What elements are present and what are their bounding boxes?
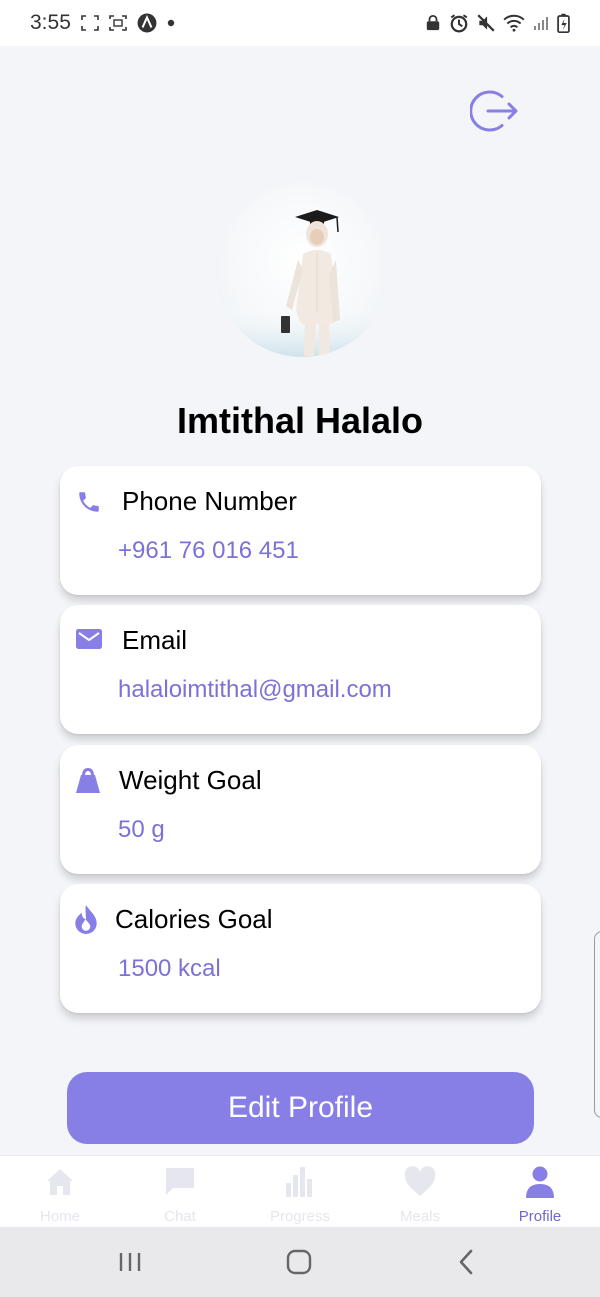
chat-icon (166, 1168, 194, 1195)
mute-icon (477, 14, 495, 32)
alarm-icon (450, 14, 468, 33)
email-value: halaloimtithal@gmail.com (118, 676, 392, 703)
status-bar: 3:55 (0, 0, 600, 46)
phone-card: Phone Number +961 76 016 451 (60, 466, 541, 595)
bottom-nav: Home Chat Progress Meals Profile (0, 1155, 600, 1227)
logout-icon[interactable] (470, 86, 520, 136)
system-nav-bar (0, 1227, 600, 1297)
signal-icon (534, 17, 548, 30)
home-button-icon[interactable] (281, 1245, 317, 1279)
calories-title: Calories Goal (115, 904, 273, 934)
battery-icon (557, 13, 570, 33)
nav-progress-label: Progress (269, 1208, 331, 1225)
recent-apps-icon[interactable] (112, 1245, 148, 1279)
nav-meals-label: Meals (399, 1208, 440, 1225)
screen-record-icon (109, 15, 127, 31)
calories-value: 1500 kcal (118, 955, 221, 982)
weight-icon (76, 767, 100, 793)
weight-value: 50 g (118, 816, 165, 843)
flame-icon (75, 905, 97, 934)
phone-icon (79, 492, 99, 512)
edge-panel-handle[interactable] (594, 931, 600, 1118)
person-icon (526, 1166, 554, 1198)
app-notification-icon (137, 13, 157, 33)
dot-icon (167, 19, 175, 27)
email-card: Email halaloimtithal@gmail.com (60, 605, 541, 734)
back-icon[interactable] (449, 1245, 485, 1279)
home-icon (47, 1169, 73, 1195)
screenshot-icon (81, 15, 99, 31)
nav-profile[interactable]: Profile (480, 1156, 600, 1227)
email-icon (76, 629, 102, 649)
nav-progress[interactable]: Progress (240, 1156, 360, 1227)
nav-chat-label: Chat (164, 1208, 196, 1225)
nav-home-label: Home (39, 1208, 80, 1225)
wifi-icon (503, 14, 525, 32)
user-name: Imtithal Halalo (176, 400, 424, 441)
lock-icon (426, 15, 440, 31)
heart-icon (404, 1166, 436, 1196)
nav-home[interactable]: Home (0, 1156, 120, 1227)
avatar[interactable] (215, 182, 390, 357)
weight-title: Weight Goal (119, 765, 262, 795)
nav-meals[interactable]: Meals (360, 1156, 480, 1227)
phone-title: Phone Number (122, 486, 297, 516)
edit-profile-button[interactable]: Edit Profile (67, 1072, 534, 1144)
phone-value: +961 76 016 451 (118, 537, 299, 564)
profile-photo (215, 210, 390, 357)
nav-profile-label: Profile (518, 1208, 562, 1225)
bar-chart-icon (286, 1167, 312, 1197)
status-time: 3:55 (30, 11, 71, 34)
email-title: Email (122, 625, 188, 655)
nav-chat[interactable]: Chat (120, 1156, 240, 1227)
weight-card: Weight Goal 50 g (60, 745, 541, 874)
calories-card: Calories Goal 1500 kcal (60, 884, 541, 1013)
